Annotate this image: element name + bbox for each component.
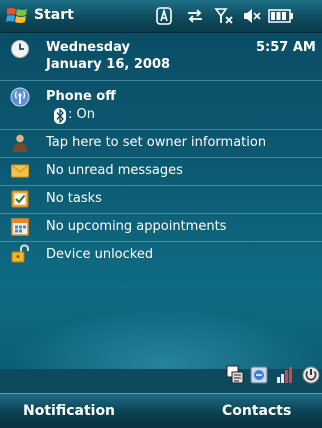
bluetooth-status: : On bbox=[68, 107, 95, 122]
datetime-row[interactable]: Wednesday January 16, 2008 5:57 AM bbox=[0, 33, 322, 81]
device-lock-label: Device unlocked bbox=[46, 247, 154, 262]
softkey-bar: Notification Contacts bbox=[0, 393, 322, 428]
antenna-icon bbox=[10, 87, 30, 107]
speaker-mute-icon[interactable] bbox=[242, 7, 262, 25]
no-signal-icon[interactable] bbox=[214, 7, 234, 25]
tasks-checkbox-icon bbox=[11, 190, 29, 208]
messages-row[interactable]: No unread messages bbox=[0, 158, 322, 186]
messages-label: No unread messages bbox=[46, 163, 183, 178]
power-icon[interactable] bbox=[300, 365, 322, 385]
signal-off-icon[interactable] bbox=[274, 365, 294, 385]
calendar-icon bbox=[11, 218, 29, 236]
device-lock-row[interactable]: Device unlocked bbox=[0, 242, 322, 269]
connection-icon[interactable] bbox=[249, 365, 269, 385]
time-label: 5:57 AM bbox=[256, 40, 316, 55]
battery-icon[interactable] bbox=[268, 9, 294, 23]
softkey-contacts[interactable]: Contacts bbox=[222, 403, 291, 419]
today-screen: Wednesday January 16, 2008 5:57 AM Phone… bbox=[0, 33, 322, 369]
sync-arrows-icon[interactable] bbox=[186, 8, 204, 24]
title-start[interactable]: Start bbox=[34, 7, 74, 23]
tasks-label: No tasks bbox=[46, 191, 102, 206]
keyboard-icon[interactable] bbox=[226, 365, 244, 385]
appointments-label: No upcoming appointments bbox=[46, 219, 227, 234]
owner-info-label: Tap here to set owner information bbox=[46, 135, 267, 150]
title-bar: Start bbox=[0, 0, 322, 33]
phone-row[interactable]: Phone off : On bbox=[0, 81, 322, 130]
bluetooth-icon bbox=[54, 108, 66, 124]
status-icons bbox=[156, 6, 316, 26]
input-method-icon[interactable] bbox=[156, 7, 172, 25]
day-label: Wednesday bbox=[46, 40, 130, 55]
person-icon bbox=[13, 134, 27, 152]
softkey-notification[interactable]: Notification bbox=[23, 403, 115, 419]
envelope-icon bbox=[11, 164, 29, 178]
tasks-row[interactable]: No tasks bbox=[0, 186, 322, 214]
padlock-open-icon bbox=[11, 244, 29, 263]
system-tray bbox=[226, 365, 322, 389]
phone-status: Phone off bbox=[46, 89, 116, 104]
clock-icon bbox=[11, 40, 29, 58]
owner-info-row[interactable]: Tap here to set owner information bbox=[0, 130, 322, 158]
date-label: January 16, 2008 bbox=[46, 57, 171, 72]
appointments-row[interactable]: No upcoming appointments bbox=[0, 214, 322, 242]
windows-start-logo-icon[interactable] bbox=[5, 4, 29, 28]
